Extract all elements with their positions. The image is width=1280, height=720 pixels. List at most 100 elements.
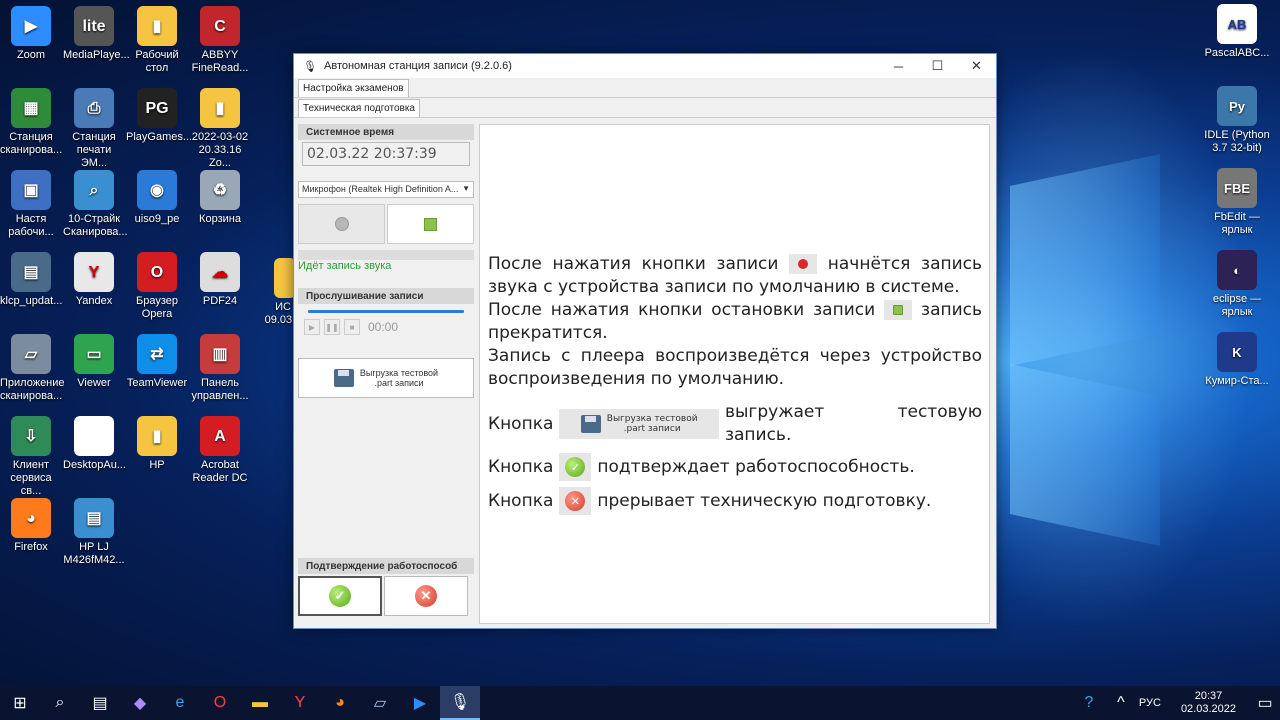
stop-icon [884, 300, 913, 320]
app-icon: ⇄ [137, 334, 177, 374]
start-windows-icon[interactable]: ⊞ [0, 686, 40, 720]
desktop-icon[interactable]: ◉ uiso9_pe [126, 170, 188, 226]
desktop-icon[interactable]: ▭ Viewer [63, 334, 125, 390]
desktop-icon[interactable]: A Acrobat Reader DC [189, 416, 251, 485]
desktop-icon[interactable]: ▤ klcp_updat... [0, 252, 62, 308]
app-icon: C [200, 6, 240, 46]
app-icon: ◕ [11, 498, 51, 538]
instruction-export: Кнопка Выгрузка тестовой .part записи вы… [488, 401, 982, 447]
desktop-icon[interactable]: lite MediaPlaye... [63, 6, 130, 62]
desktop-icon[interactable]: K Кумир-Ста... [1203, 332, 1271, 388]
confirm-button[interactable]: ✓ [298, 576, 382, 616]
desktop-icon[interactable]: ⇄ TeamViewer [126, 334, 188, 390]
desktop-icon[interactable]: ▣ Настя рабочи... [0, 170, 62, 239]
desktop-icon[interactable]: O Браузер Opera [126, 252, 188, 321]
zoom-icon[interactable]: ▶ [400, 686, 440, 720]
instruction-text: подтверждает работоспособность. [597, 456, 915, 477]
desktop-icon[interactable]: ▦ Станция сканирова... [0, 88, 62, 157]
desktop-icon-label: Приложение сканирова... [0, 377, 65, 402]
export-test-recording-button[interactable]: Выгрузка тестовой .part записи [298, 358, 474, 398]
abort-button[interactable]: ✕ [384, 576, 468, 616]
instruction-record: После нажатия кнопки записи начнётся зап… [488, 253, 982, 299]
desktop-icon-label: Рабочий стол [135, 49, 179, 74]
maximize-button[interactable]: ☐ [918, 54, 957, 78]
desktop-icon-label: uiso9_pe [134, 213, 180, 225]
playback-progress[interactable] [308, 310, 464, 313]
desktop-icon[interactable]: ▮ HP [126, 416, 188, 472]
desktop-icon-label: 10-Страйк Сканирова... [63, 213, 128, 238]
desktop-icon[interactable]: FBE FbEdit — ярлык [1203, 168, 1271, 237]
chevron-down-icon: ▼ [462, 184, 470, 193]
app-icon: ◐ [1217, 250, 1257, 290]
stop-button[interactable] [387, 204, 474, 244]
help-icon[interactable]: ? [1069, 686, 1109, 720]
play-icon[interactable]: ▶ [304, 319, 320, 335]
notifications-icon[interactable]: ▭ [1250, 686, 1280, 720]
firefox-icon[interactable]: ◕ [320, 686, 360, 720]
microphone-select[interactable]: Микрофон (Realtek High Definition A... ▼ [298, 181, 474, 198]
desktop-icon-label: Панель управлен... [191, 377, 249, 402]
search-icon[interactable]: ⌕ [40, 686, 80, 720]
app-icon: ▭ [74, 334, 114, 374]
yandex-icon[interactable]: Y [280, 686, 320, 720]
desktop-icon[interactable]: ▮ 2022-03-02 20.33.16 Zo... [189, 88, 251, 170]
minimize-button[interactable]: ─ [879, 54, 918, 78]
desktop-icon[interactable]: ⌕ 10-Страйк Сканирова... [63, 170, 128, 239]
recording-station-taskbar-icon[interactable]: 🎙 [440, 686, 480, 720]
desktop-icon[interactable]: ▥ Панель управлен... [189, 334, 251, 403]
desktop-icon[interactable]: ⇩ Клиент сервиса св... [0, 416, 62, 498]
opera-icon[interactable]: O [200, 686, 240, 720]
export-label-line1: Выгрузка тестовой [359, 368, 439, 378]
app-icon [74, 416, 114, 456]
task-view-icon[interactable]: ▤ [80, 686, 120, 720]
desktop-icon[interactable]: Y Yandex [63, 252, 125, 308]
chevron-up-icon[interactable]: ^ [1109, 686, 1133, 720]
desktop-icon[interactable]: ⎙ Станция печати ЭМ... [63, 88, 125, 170]
desktop-icon[interactable]: DesktopAu... [63, 416, 126, 472]
instruction-playback: Запись с плеера воспроизведётся через ус… [488, 346, 982, 389]
desktop-icon[interactable]: ▮ Рабочий стол [126, 6, 188, 75]
inner-tabs: Техническая подготовка [294, 98, 996, 118]
desktop-icon[interactable]: ▶ Zoom [0, 6, 62, 62]
desktop-icon[interactable]: AB PascalABC... [1203, 4, 1271, 60]
record-icon [789, 254, 818, 274]
app-icon: ▦ [11, 88, 51, 128]
export-illustration-label: Выгрузка тестовой .part записи [607, 414, 698, 434]
confirm-buttons: ✓ ✕ [298, 576, 474, 616]
app-icon: AB [1217, 4, 1257, 44]
playback-time: 00:00 [368, 320, 399, 334]
desktop-icon-label: eclipse — ярлык [1212, 293, 1262, 318]
instruction-confirm: Кнопка ✓ подтверждает работоспособность. [488, 453, 982, 481]
desktop-icon[interactable]: ◕ Firefox [0, 498, 62, 554]
record-button[interactable] [298, 204, 385, 244]
desktop-icon-label: TeamViewer [126, 377, 188, 389]
desktop-icon[interactable]: ◐ eclipse — ярлык [1203, 250, 1271, 319]
close-button[interactable]: ✕ [957, 54, 996, 78]
cortana-icon[interactable]: ◆ [120, 686, 160, 720]
desktop-icon[interactable]: ♻ Корзина [189, 170, 251, 226]
recording-status: Идёт запись звука [298, 260, 392, 272]
pause-icon[interactable]: ❚❚ [324, 319, 340, 335]
scanner-app-icon[interactable]: ▱ [360, 686, 400, 720]
desktop-icon[interactable]: C ABBYY FineRead... [189, 6, 251, 75]
desktop-icon-label: klcp_updat... [0, 295, 63, 307]
desktop-icon[interactable]: Py IDLE (Python 3.7 32-bit) [1203, 86, 1271, 155]
stop-icon[interactable]: ■ [344, 319, 360, 335]
desktop-icon[interactable]: ▱ Приложение сканирова... [0, 334, 65, 403]
file-explorer-icon[interactable]: ▬ [240, 686, 280, 720]
checkmark-icon: ✓ [329, 585, 351, 607]
desktop-icon-label: Zoom [16, 49, 46, 61]
desktop-icon[interactable]: ▤ HP LJ M426fM42... [63, 498, 125, 567]
wallpaper-beam [1010, 364, 1160, 546]
desktop-icon[interactable]: PG PlayGames... [126, 88, 192, 144]
app-icon: O [137, 252, 177, 292]
tab-exam-settings[interactable]: Настройка экзаменов [298, 79, 409, 97]
edge-icon[interactable]: e [160, 686, 200, 720]
tab-tech-prep[interactable]: Техническая подготовка [298, 99, 420, 117]
clock[interactable]: 20:37 02.03.2022 [1181, 690, 1236, 716]
language-indicator[interactable]: РУС [1139, 697, 1161, 709]
app-icon: ⌕ [74, 170, 114, 210]
cross-icon: ✕ [415, 585, 437, 607]
desktop-icon[interactable]: ☁ PDF24 [189, 252, 251, 308]
instruction-text: Кнопка [488, 456, 554, 477]
